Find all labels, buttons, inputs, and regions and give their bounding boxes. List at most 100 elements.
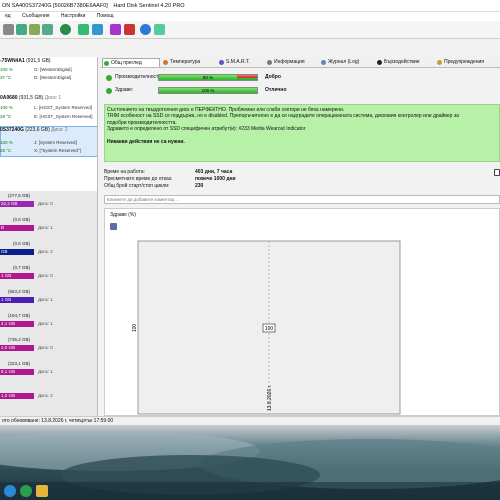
toolbar [0, 21, 500, 39]
test-icon[interactable] [29, 24, 40, 35]
cycles-label: Общ брой старт/стоп цикли: [104, 183, 170, 189]
overview-icon [104, 61, 109, 66]
app-window: ON SA400S37240G [50026B7380E6AAF0] Hard … [0, 0, 500, 438]
disk-size: (931,5 GB) [26, 58, 51, 64]
help-icon[interactable] [140, 24, 151, 35]
volume-size: (0,5 GB) [12, 241, 30, 246]
volume-usage-bar[interactable]: 8,1 GB [0, 369, 34, 375]
tab-label: Журнал (Log) [328, 59, 360, 65]
info-icon [267, 60, 272, 65]
volume-disk-index: Диск: 0 [38, 273, 53, 278]
menu-item-settings[interactable]: Настройки [56, 12, 91, 21]
menu-item-messages[interactable]: Съобщения [17, 12, 54, 21]
sync-icon[interactable] [92, 24, 103, 35]
folder-icon[interactable] [36, 485, 48, 497]
window-title-disk: ON SA400S37240G [50026B7380E6AAF0] [2, 3, 108, 9]
volume-disk-index: Диск: 2 [38, 393, 53, 398]
menu-item-disk[interactable]: ед [0, 12, 16, 21]
volume-usage-bar[interactable]: 4,1 GB [0, 321, 34, 327]
health-status: Отлично [265, 87, 287, 93]
uptime-value: 403 дни, 7 часа [195, 169, 233, 175]
volume-usage-bar[interactable]: 1 GB [0, 273, 34, 279]
disk-index: Диск: 2 [51, 127, 68, 133]
thermometer-icon [163, 60, 168, 65]
message-action: Никакви действия не са нужни. [107, 138, 185, 145]
tab-smart[interactable]: S.M.A.R.T. [218, 58, 264, 67]
tab-label: Бързодействие [384, 59, 420, 65]
tab-performance[interactable]: Бързодействие [376, 58, 434, 67]
volume-size: (0,7 GB) [12, 265, 30, 270]
browser-icon[interactable] [20, 485, 32, 497]
tab-bar: Общ преглед Температура S.M.A.R.T. Инфор… [100, 57, 500, 68]
health-value: 100 % [201, 88, 215, 93]
disk-header-0[interactable]: -75WN4A1 (931,5 GB) [0, 58, 97, 65]
disk-size: (223,6 GB) [25, 127, 50, 133]
volume-disk-index: Диск: 1 [38, 297, 53, 302]
volume-usage-bar[interactable]: 32,2 GB [0, 201, 34, 207]
disk-name: -75WN4A1 [0, 58, 25, 64]
disk-temperature: 28 °C [0, 148, 12, 153]
volume-disk-index: Диск: 1 [38, 369, 53, 374]
volume-size: (0,6 GB) [12, 217, 30, 222]
performance-meter: 80 % [158, 74, 258, 81]
y-tick-label: 100 [132, 324, 138, 333]
volume-disk-index: Диск: 2 [38, 249, 53, 254]
disk-temperature: 37 °C [0, 75, 12, 80]
message-line: TRIM особеност на SSD се поддържа, но е … [107, 113, 459, 120]
volume-size: (223,1 GB) [7, 361, 30, 366]
health-meter: 100 % [158, 87, 258, 94]
options-icon[interactable] [110, 24, 121, 35]
check-icon [106, 88, 112, 94]
drive-letter: J: [System Reserved] [34, 140, 77, 145]
tab-overview[interactable]: Общ преглед [102, 58, 160, 67]
disk-health: 100 % [0, 105, 13, 110]
volume-usage-bar[interactable]: 1 GB [0, 297, 34, 303]
close-icon[interactable] [124, 24, 135, 35]
tab-alerts[interactable]: Предупреждения [436, 58, 500, 67]
report-icon[interactable] [78, 24, 89, 35]
volume-usage-bar[interactable]: 1,0 GB [0, 393, 34, 399]
tab-label: Общ преглед [111, 60, 142, 66]
globe-icon[interactable] [60, 24, 71, 35]
refresh-icon[interactable] [16, 24, 27, 35]
message-line: Здравето е определено от SSD специфичен … [107, 126, 306, 133]
log-icon [321, 60, 326, 65]
tab-label: S.M.A.R.T. [226, 59, 250, 65]
comment-field[interactable]: Кликнете да добавите коментар... [104, 195, 500, 204]
volume-disk-index: Диск: 0 [38, 201, 53, 206]
tab-label: Информация [274, 59, 305, 65]
volume-usage-bar[interactable]: 4,0 GB [0, 345, 34, 351]
drive-letter: D: [WesternDigital] [34, 75, 72, 80]
cycles-value: 230 [195, 183, 204, 189]
health-chart: 100 100 13.8.2026 г. [132, 240, 401, 415]
disk-test-icon[interactable] [42, 24, 53, 35]
performance-label: Производителност: [115, 74, 160, 80]
health-label: Здраве: [115, 87, 134, 93]
volume-size: (653,2 GB) [7, 289, 30, 294]
power-icon[interactable] [154, 24, 165, 35]
volume-size: (194,7 GB) [7, 313, 30, 318]
disk-name: 0S37240G [0, 127, 24, 133]
tab-log[interactable]: Журнал (Log) [320, 58, 375, 67]
disk-index: Диск: 1 [44, 95, 62, 101]
start-icon[interactable] [4, 485, 16, 497]
speed-icon [377, 60, 382, 65]
taskbar [0, 482, 500, 500]
disk-header-2[interactable]: 0S37240G (223,6 GB) Диск: 2 [0, 127, 97, 134]
volume-usage-bar[interactable]: B [0, 225, 34, 231]
volume-usage-bar[interactable]: GB [0, 249, 34, 255]
window-title-app: Hard Disk Sentinel 4.20 PRO [113, 3, 185, 9]
status-bar: ото обновяване: 13.8.2026 г. четвъртък 1… [0, 416, 500, 425]
disk-icon[interactable] [3, 24, 14, 35]
disk-list-panel: -75WN4A1 (931,5 GB) 100 % G: [WesternDig… [0, 57, 98, 416]
disk-header-1[interactable]: 0A9680 (931,5 GB) Диск: 1 [0, 95, 97, 102]
check-icon [106, 75, 112, 81]
title-bar: ON SA400S37240G [50026B7380E6AAF0] Hard … [0, 0, 500, 12]
options-checkbox[interactable] [494, 169, 500, 176]
tab-temperature[interactable]: Температура [162, 58, 217, 67]
menu-item-help[interactable]: Помощ [92, 12, 119, 21]
disk-name: 0A9680 [0, 95, 18, 101]
tab-information[interactable]: Информация [266, 58, 318, 67]
data-label: 100 [265, 326, 274, 332]
x-tick-label: 13.8.2026 г. [267, 385, 273, 411]
